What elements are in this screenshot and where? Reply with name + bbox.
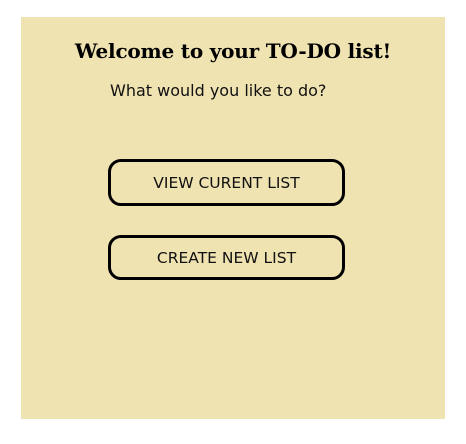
create-new-list-button[interactable]: CREATE NEW LIST — [108, 235, 345, 280]
create-new-list-label: CREATE NEW LIST — [156, 248, 297, 267]
prompt-text: What would you like to do? — [110, 81, 327, 100]
page-title: Welcome to your TO-DO list! — [74, 39, 392, 63]
view-current-list-button[interactable]: VIEW CURENT LIST — [108, 159, 345, 206]
main-panel: Welcome to your TO-DO list! What would y… — [21, 17, 445, 419]
view-current-list-label: VIEW CURENT LIST — [153, 173, 300, 192]
